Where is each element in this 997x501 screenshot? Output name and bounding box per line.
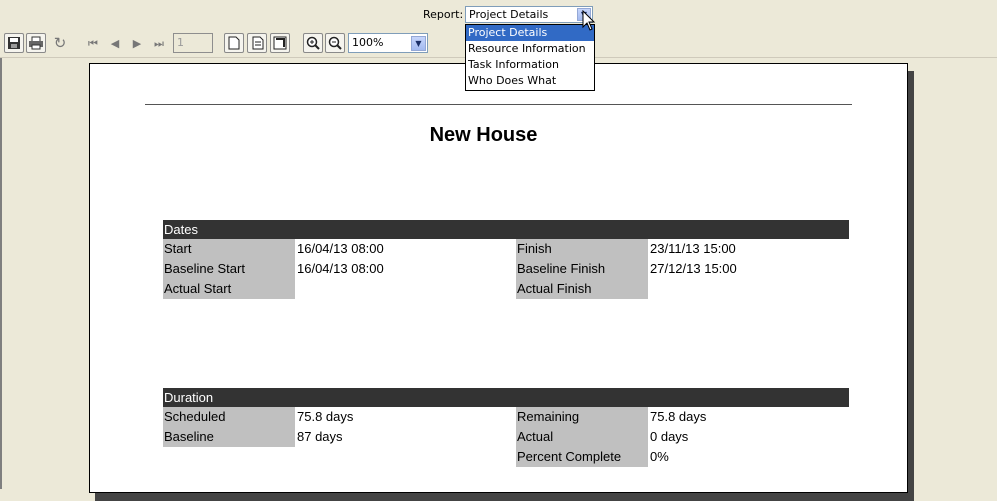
remaining-value: 75.8 days <box>650 409 707 424</box>
baseline-start-value: 16/04/13 08:00 <box>297 261 384 276</box>
baseline-finish-label: Baseline Finish <box>516 259 648 279</box>
percent-complete-value: 0% <box>650 449 669 464</box>
mouse-cursor-icon <box>582 10 596 31</box>
multi-page-button[interactable] <box>247 33 267 53</box>
full-page-icon <box>273 36 287 50</box>
print-icon <box>29 36 43 50</box>
report-label: Report: <box>423 8 464 21</box>
zoom-in-button[interactable] <box>303 33 323 53</box>
baseline-finish-value: 27/12/13 15:00 <box>650 261 737 276</box>
actual-value: 0 days <box>650 429 689 444</box>
multi-page-icon <box>252 36 264 50</box>
finish-label: Finish <box>516 239 648 259</box>
zoom-out-button[interactable] <box>325 33 345 53</box>
report-select-value: Project Details <box>469 8 549 21</box>
viewer-left-border <box>0 58 2 489</box>
next-page-button[interactable]: ▶ <box>127 33 147 53</box>
full-page-button[interactable] <box>270 33 290 53</box>
report-title: New House <box>429 124 538 146</box>
save-button[interactable] <box>4 33 24 53</box>
print-button[interactable] <box>26 33 46 53</box>
zoom-out-icon <box>328 36 342 50</box>
baseline-start-label: Baseline Start <box>163 259 295 279</box>
actual-start-label: Actual Start <box>163 279 295 299</box>
last-page-button[interactable]: ⏭ <box>149 33 169 53</box>
actual-label: Actual <box>516 427 648 447</box>
header-rule <box>145 104 852 105</box>
actual-finish-label: Actual Finish <box>516 279 648 299</box>
first-page-icon: ⏮ <box>88 36 98 50</box>
first-page-button[interactable]: ⏮ <box>83 33 103 53</box>
duration-header: Duration <box>163 388 849 407</box>
start-value: 16/04/13 08:00 <box>297 241 384 256</box>
previous-page-button[interactable]: ◀ <box>105 33 125 53</box>
refresh-button[interactable]: ↻ <box>50 33 70 53</box>
start-label: Start <box>163 239 295 259</box>
dropdown-option-resource-information[interactable]: Resource Information <box>466 41 594 57</box>
remaining-label: Remaining <box>516 407 648 427</box>
page-number-input[interactable]: 1 <box>173 33 213 53</box>
scheduled-label: Scheduled <box>163 407 295 427</box>
save-icon <box>8 37 20 49</box>
baseline-value: 87 days <box>297 429 343 444</box>
zoom-select-value: 100% <box>352 36 384 49</box>
dropdown-option-who-does-what[interactable]: Who Does What <box>466 73 594 89</box>
scheduled-value: 75.8 days <box>297 409 354 424</box>
dropdown-option-project-details[interactable]: Project Details <box>466 25 594 41</box>
single-page-icon <box>228 36 240 50</box>
previous-page-icon: ◀ <box>110 36 120 50</box>
single-page-button[interactable] <box>224 33 244 53</box>
report-dropdown-list: Project Details Resource Information Tas… <box>465 24 595 91</box>
refresh-icon: ↻ <box>53 33 67 52</box>
next-page-icon: ▶ <box>132 36 142 50</box>
report-select[interactable]: Project Details ▼ <box>465 6 593 23</box>
zoom-select[interactable]: 100% ▼ <box>348 33 428 53</box>
dropdown-option-task-information[interactable]: Task Information <box>466 57 594 73</box>
percent-complete-label: Percent Complete <box>516 447 648 467</box>
zoom-in-icon <box>306 36 320 50</box>
last-page-icon: ⏭ <box>154 36 164 50</box>
finish-value: 23/11/13 15:00 <box>650 241 736 256</box>
baseline-label: Baseline <box>163 427 295 447</box>
zoom-chevron-down-icon[interactable]: ▼ <box>411 36 426 51</box>
dates-header: Dates <box>163 220 849 239</box>
